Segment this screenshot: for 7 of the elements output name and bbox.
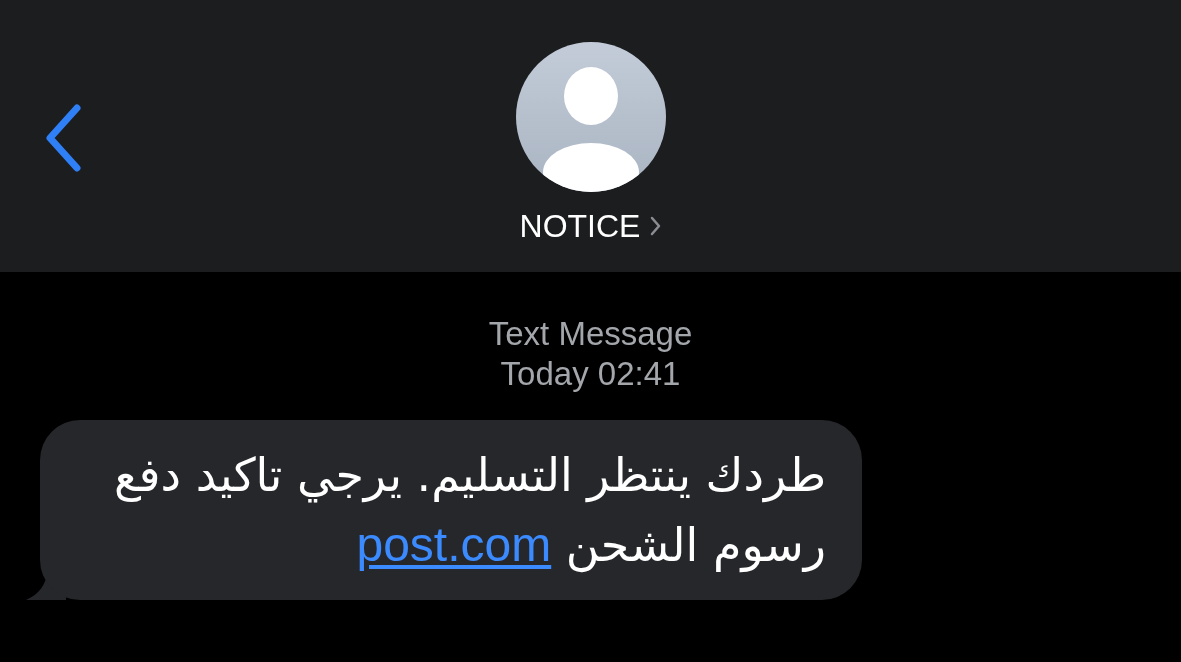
message-timestamp: Today 02:41 bbox=[500, 354, 681, 394]
back-icon[interactable] bbox=[44, 104, 82, 172]
message-type-label: Text Message bbox=[488, 314, 693, 354]
chevron-right-icon bbox=[650, 216, 662, 236]
contact-name-button[interactable]: NOTICE bbox=[519, 206, 662, 246]
avatar-icon bbox=[515, 42, 666, 192]
message-link[interactable]: post.com bbox=[356, 518, 552, 571]
